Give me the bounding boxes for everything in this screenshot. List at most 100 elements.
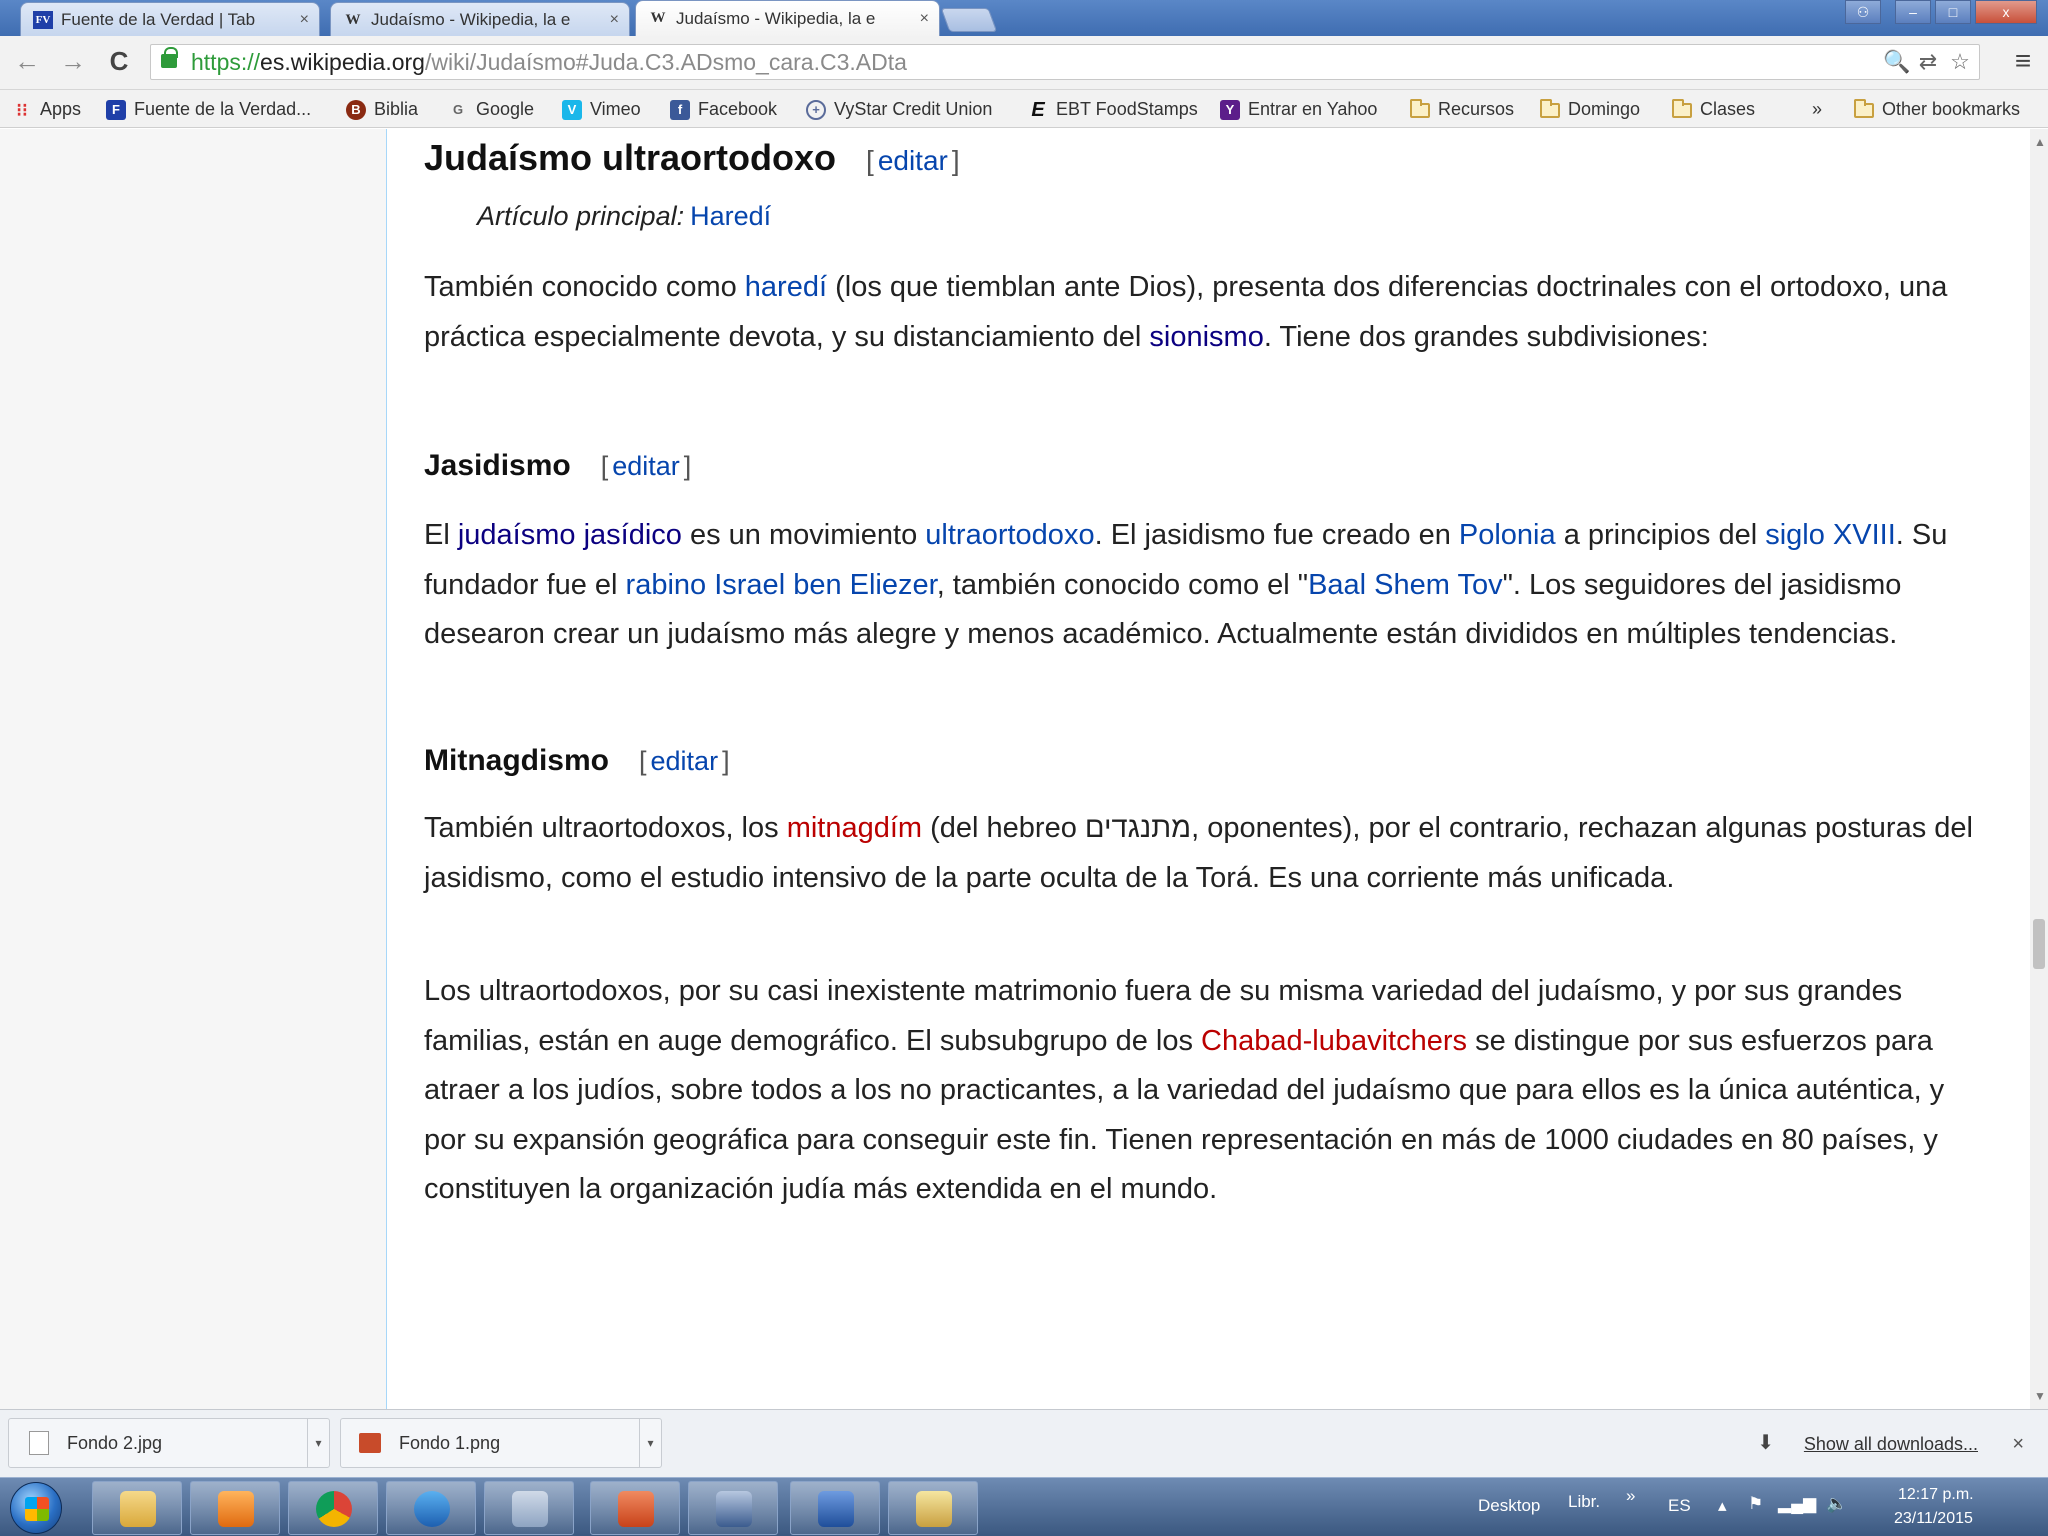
folder-icon bbox=[1854, 98, 1874, 118]
tab-judaismo-active[interactable]: W Judaísmo - Wikipedia, la e × bbox=[635, 0, 940, 36]
bookmark-apps[interactable]: ⁝⁝ Apps bbox=[12, 90, 81, 128]
tray-expand-icon[interactable]: ▴ bbox=[1718, 1496, 1727, 1516]
taskbar-calculator[interactable] bbox=[484, 1481, 574, 1535]
tab-title: Fuente de la Verdad | Tab bbox=[61, 10, 256, 29]
paint-icon bbox=[916, 1491, 952, 1527]
bookmark-google[interactable]: G Google bbox=[448, 90, 534, 128]
translate-icon[interactable]: ⇄ bbox=[1915, 49, 1941, 75]
folder-icon bbox=[1540, 98, 1560, 118]
dropdown-arrow-icon[interactable]: ▾ bbox=[639, 1419, 661, 1467]
bookmark-ebt[interactable]: E EBT FoodStamps bbox=[1028, 90, 1197, 128]
maximize-button[interactable]: □ bbox=[1935, 0, 1971, 24]
dropdown-arrow-icon[interactable]: ▾ bbox=[307, 1419, 329, 1467]
apps-icon: ⁝⁝ bbox=[16, 100, 28, 121]
bookmark-facebook[interactable]: f Facebook bbox=[670, 90, 777, 128]
network-icon[interactable]: ▂▄▆ bbox=[1778, 1494, 1816, 1514]
taskbar-paint[interactable] bbox=[888, 1481, 978, 1535]
clock-date[interactable]: 23/11/2015 bbox=[1894, 1510, 1973, 1528]
toolbar-overflow[interactable]: » bbox=[1626, 1486, 1635, 1506]
download-item-fondo-1[interactable]: Fondo 1.png ▾ bbox=[340, 1418, 662, 1468]
vystar-icon: + bbox=[806, 100, 826, 121]
bookmark-fuente-de-la-verdad[interactable]: F Fuente de la Verdad... bbox=[106, 90, 311, 128]
edit-section-link[interactable]: [editar] bbox=[866, 145, 960, 176]
tab-fuente-de-la-verdad[interactable]: FV Fuente de la Verdad | Tab × bbox=[20, 2, 320, 36]
scroll-thumb[interactable] bbox=[2033, 919, 2045, 969]
language-indicator[interactable]: ES bbox=[1668, 1496, 1691, 1516]
link-polonia[interactable]: Polonia bbox=[1459, 519, 1556, 551]
link-sionismo[interactable]: sionismo bbox=[1149, 321, 1263, 353]
presentation-icon bbox=[716, 1491, 752, 1527]
link-haredi[interactable]: haredí bbox=[745, 271, 827, 303]
user-icon[interactable]: ⚇ bbox=[1845, 0, 1881, 24]
volume-icon[interactable]: 🔈 bbox=[1826, 1494, 1847, 1514]
facebook-icon: f bbox=[670, 100, 690, 121]
image-file-icon bbox=[359, 1433, 381, 1453]
google-icon: G bbox=[452, 102, 464, 118]
taskbar-edge[interactable] bbox=[386, 1481, 476, 1535]
bookmark-biblia[interactable]: B Biblia bbox=[346, 90, 418, 128]
bookmark-star-icon[interactable]: ☆ bbox=[1947, 49, 1973, 75]
reload-button[interactable]: C bbox=[104, 46, 134, 76]
jasidismo-paragraph: El judaísmo jasídico es un movimiento ul… bbox=[424, 519, 1948, 650]
intro-paragraph: También conocido como haredí (los que ti… bbox=[424, 271, 1948, 353]
back-button[interactable]: ← bbox=[12, 46, 42, 76]
link-judaismo-jasidico[interactable]: judaísmo jasídico bbox=[458, 519, 682, 551]
bookmark-domingo[interactable]: Domingo bbox=[1540, 90, 1640, 128]
taskbar-word[interactable] bbox=[790, 1481, 880, 1535]
bookmark-clases[interactable]: Clases bbox=[1672, 90, 1755, 128]
taskbar-chrome[interactable] bbox=[288, 1481, 378, 1535]
link-rabino-israel-ben-eliezer[interactable]: rabino Israel ben Eliezer bbox=[626, 569, 937, 601]
close-icon[interactable]: × bbox=[920, 1, 929, 36]
bookmark-other-bookmarks[interactable]: Other bookmarks bbox=[1854, 90, 2020, 128]
bookmarks-overflow-button[interactable]: » bbox=[1812, 90, 1822, 128]
biblia-icon: B bbox=[346, 100, 366, 121]
mitnagdismo-paragraph: También ultraortodoxos, los mitnagdím (d… bbox=[424, 812, 1973, 894]
taskbar-powerpoint[interactable] bbox=[590, 1481, 680, 1535]
close-icon[interactable]: × bbox=[300, 3, 309, 36]
taskbar-explorer[interactable] bbox=[92, 1481, 182, 1535]
show-all-downloads-link[interactable]: Show all downloads... bbox=[1804, 1410, 1978, 1478]
bookmark-recursos[interactable]: Recursos bbox=[1410, 90, 1514, 128]
new-tab-button[interactable] bbox=[940, 8, 998, 32]
browser-toolbar: ← → C https://es.wikipedia.org/wiki/Juda… bbox=[0, 36, 2048, 90]
libraries-toolbar[interactable]: Libr. bbox=[1568, 1492, 1600, 1512]
edge-icon bbox=[414, 1491, 450, 1527]
hatnote-link[interactable]: Haredí bbox=[690, 201, 771, 231]
scroll-down-icon[interactable]: ▼ bbox=[2034, 1389, 2046, 1403]
address-bar[interactable]: https://es.wikipedia.org/wiki/Judaísmo#J… bbox=[150, 44, 1980, 80]
close-icon[interactable]: × bbox=[610, 3, 619, 36]
yahoo-icon: Y bbox=[1220, 100, 1240, 121]
bookmark-vystar[interactable]: + VyStar Credit Union bbox=[806, 90, 992, 128]
url-text[interactable]: https://es.wikipedia.org/wiki/Judaísmo#J… bbox=[191, 45, 907, 79]
close-downloads-icon[interactable]: × bbox=[2012, 1410, 2024, 1478]
edit-section-link[interactable]: [editar] bbox=[639, 746, 730, 776]
download-item-fondo-2[interactable]: Fondo 2.jpg ▾ bbox=[8, 1418, 330, 1468]
bookmark-yahoo[interactable]: Y Entrar en Yahoo bbox=[1220, 90, 1377, 128]
minimize-button[interactable]: – bbox=[1895, 0, 1931, 24]
desktop-toolbar[interactable]: Desktop bbox=[1478, 1496, 1540, 1516]
start-button[interactable] bbox=[10, 1482, 62, 1534]
word-icon bbox=[818, 1491, 854, 1527]
link-chabad-lubavitchers[interactable]: Chabad-lubavitchers bbox=[1201, 1025, 1467, 1057]
edit-section-link[interactable]: [editar] bbox=[601, 451, 692, 481]
link-ultraortodoxo[interactable]: ultraortodoxo bbox=[925, 519, 1094, 551]
windows-taskbar: Desktop Libr. » ES ▴ ⚑ ▂▄▆ 🔈 12:17 p.m. … bbox=[0, 1477, 2048, 1536]
link-mitnagdim[interactable]: mitnagdím bbox=[787, 812, 922, 844]
clock-time[interactable]: 12:17 p.m. bbox=[1898, 1486, 1974, 1504]
chrome-menu-icon[interactable]: ≡ bbox=[2008, 46, 2038, 76]
taskbar-presentation[interactable] bbox=[688, 1481, 778, 1535]
bookmark-vimeo[interactable]: V Vimeo bbox=[562, 90, 641, 128]
tab-judaismo-1[interactable]: W Judaísmo - Wikipedia, la e × bbox=[330, 2, 630, 36]
forward-button[interactable]: → bbox=[58, 46, 88, 76]
file-icon bbox=[29, 1431, 49, 1455]
link-baal-shem-tov[interactable]: Baal Shem Tov bbox=[1308, 569, 1503, 601]
scroll-up-icon[interactable]: ▲ bbox=[2034, 135, 2046, 149]
flag-icon[interactable]: ⚑ bbox=[1748, 1494, 1763, 1514]
vertical-scrollbar[interactable]: ▲ ▼ bbox=[2030, 129, 2048, 1409]
taskbar-media-player[interactable] bbox=[190, 1481, 280, 1535]
link-siglo-xviii[interactable]: siglo XVIII bbox=[1765, 519, 1896, 551]
folder-icon bbox=[1410, 98, 1430, 118]
zoom-icon[interactable]: 🔍 bbox=[1883, 49, 1910, 75]
chrome-icon bbox=[316, 1491, 352, 1527]
window-close-button[interactable]: x bbox=[1975, 0, 2037, 24]
